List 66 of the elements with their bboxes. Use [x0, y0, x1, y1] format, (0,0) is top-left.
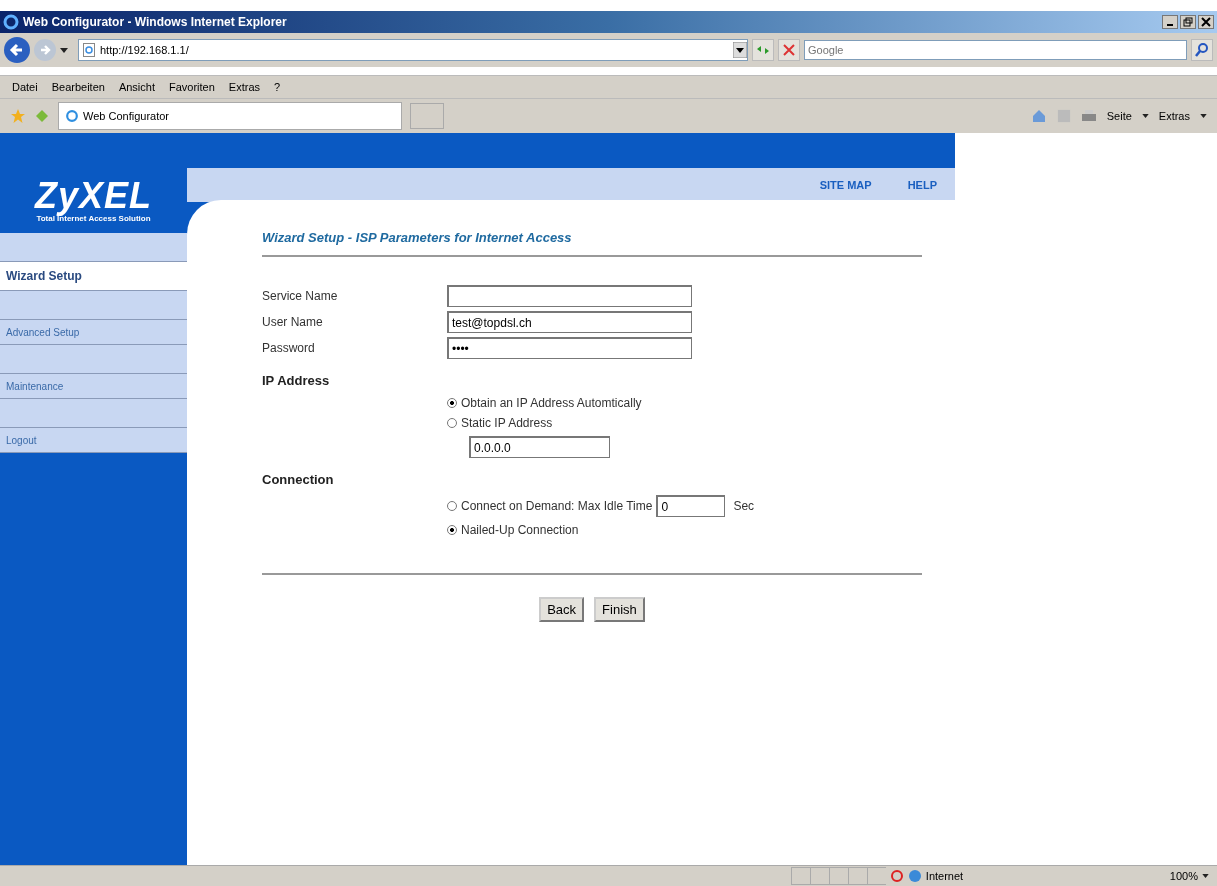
page-icon	[83, 43, 95, 57]
header-link[interactable]: SITE MAP	[819, 179, 872, 191]
close-icon	[1201, 17, 1211, 27]
caret-icon[interactable]	[1141, 114, 1149, 118]
radio-button[interactable]	[447, 525, 457, 535]
globe-icon	[907, 869, 922, 883]
menu-item[interactable]: Datei	[12, 81, 38, 93]
blocked-icon	[889, 869, 904, 883]
minimize-icon	[1167, 24, 1173, 26]
tools-menu[interactable]: Extras	[1158, 110, 1190, 122]
menu-item[interactable]: Favoriten	[169, 81, 215, 93]
dropdown-icon[interactable]	[733, 42, 747, 58]
stop-button[interactable]	[778, 39, 800, 61]
input-field[interactable]	[447, 285, 692, 307]
back-button[interactable]	[4, 37, 30, 63]
minimize-button[interactable]	[1162, 15, 1178, 29]
logo-text: ZyXEL	[35, 178, 152, 214]
section-heading: Connection	[262, 472, 335, 487]
option-label: Static IP Address	[461, 416, 553, 430]
caret-icon[interactable]	[60, 47, 68, 53]
menu-item[interactable]: Extras	[228, 81, 261, 93]
menu-item[interactable]: Bearbeiten	[51, 81, 105, 93]
field-label: Password	[262, 341, 316, 355]
restore-icon	[1183, 17, 1193, 27]
star-icon[interactable]	[10, 108, 26, 124]
menu-item[interactable]: ?	[274, 81, 281, 93]
zone-label: Internet	[925, 870, 965, 882]
form-button[interactable]: Finish	[594, 597, 645, 622]
sidebar-item[interactable]: Logout	[0, 428, 187, 453]
field-label: Service Name	[262, 289, 339, 303]
search-field[interactable]: Google	[804, 40, 1187, 60]
caret-icon[interactable]	[1200, 114, 1207, 118]
menu-item[interactable]: Ansicht	[118, 81, 155, 93]
radio-button[interactable]	[447, 501, 457, 511]
browser-logo-icon	[65, 109, 79, 123]
browser-tab[interactable]: Web Configurator	[58, 102, 402, 130]
sidebar-item[interactable]: Advanced Setup	[0, 320, 187, 345]
close-button[interactable]	[1198, 15, 1214, 29]
restore-button[interactable]	[1180, 15, 1196, 29]
ip-address-field[interactable]: 0.0.0.0	[469, 436, 610, 458]
search-button[interactable]	[1191, 39, 1213, 61]
browser-logo-icon	[3, 14, 19, 30]
close-icon	[781, 42, 797, 58]
idle-time-field[interactable]: 0	[656, 495, 726, 517]
option-label: Nailed-Up Connection	[461, 523, 579, 537]
zoom-control[interactable]: 100%	[1169, 870, 1198, 882]
sidebar-item[interactable]: Wizard Setup	[0, 262, 187, 291]
field-label: User Name	[262, 315, 324, 329]
caret-icon[interactable]	[1202, 874, 1209, 878]
header-link[interactable]: HELP	[907, 179, 937, 191]
option-label: Obtain an IP Address Automtically	[461, 396, 642, 410]
page-title: Wizard Setup - ISP Parameters for Internet Access	[262, 230, 922, 257]
input-field[interactable]: ••••	[447, 337, 692, 359]
section-heading: IP Address	[262, 373, 331, 388]
refresh-button[interactable]	[752, 39, 774, 61]
sidebar-item[interactable]: Maintenance	[0, 374, 187, 399]
form-button[interactable]: Back	[539, 597, 585, 622]
radio-button[interactable]	[447, 418, 457, 428]
option-label: Connect on Demand: Max Idle Time	[461, 499, 653, 513]
input-field[interactable]: test@topdsl.ch	[447, 311, 692, 333]
window-title: Web Configurator - Windows Internet Explorer	[23, 15, 288, 29]
radio-button[interactable]	[447, 398, 457, 408]
address-field[interactable]: http://192.168.1.1/	[78, 39, 748, 61]
search-icon	[1194, 42, 1210, 58]
page-menu[interactable]: Seite	[1106, 110, 1132, 122]
unit-label: Sec	[733, 499, 755, 513]
